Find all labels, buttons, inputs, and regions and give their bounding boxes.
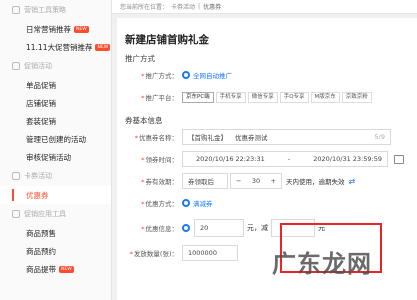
section-title-promo: 推广方式 — [125, 53, 155, 63]
strategy-icon — [12, 6, 20, 14]
radio-dot-icon[interactable] — [182, 224, 190, 232]
promo-method-row: *推广方式： 全网自动推广 — [141, 70, 232, 80]
coupon-icon — [12, 172, 20, 180]
new-badge: NEW — [74, 25, 89, 33]
radio-dot-icon — [182, 71, 190, 79]
sidebar-item-daily[interactable]: 日常营销推荐 NEW — [0, 20, 111, 38]
sidebar-section-strategy: 营销工具策略 — [0, 0, 111, 20]
platform-jingfen[interactable]: 京致京粉 — [341, 91, 372, 103]
breadcrumb-current: 优惠券 — [203, 4, 222, 11]
sidebar-item-shop[interactable]: 店铺促销 — [0, 94, 111, 112]
minus-icon[interactable]: − — [236, 177, 241, 185]
promo-platform-row: *推广平台： 京东PC端 手机专享 微信专享 手Q专享 M版京东 京致京粉 — [125, 86, 409, 108]
radio-dot-icon — [182, 199, 190, 207]
char-count: 5/9 — [374, 133, 385, 141]
promo-icon — [12, 62, 20, 70]
sidebar-item-bundle[interactable]: 套装促销 — [0, 112, 111, 130]
new-badge: NEW — [59, 265, 74, 273]
sidebar-section-coupon: 卡券活动 — [0, 166, 111, 186]
calendar-icon[interactable] — [394, 154, 404, 164]
platform-m[interactable]: M版京东 — [310, 91, 340, 103]
time-range-input[interactable]: 2020/10/16 22:23:31 - 2020/10/31 23:59:5… — [182, 151, 388, 167]
sidebar-item-review[interactable]: 审核促销活动 — [0, 148, 111, 166]
sidebar-item-manage[interactable]: 管理已创建的活动 — [0, 130, 111, 148]
promo-method-radio[interactable]: 全网自动推广 — [182, 70, 232, 80]
coupon-type-radio[interactable]: 满减券 — [182, 198, 213, 208]
page-title: 新建店铺首购礼金 — [125, 34, 209, 46]
coupon-name-row: *优惠券名称： 【首购礼金】 优惠券测试 5/9 — [125, 126, 409, 148]
validity-row: *券有效期： 券领取后 − 30 + 天内使用，逾期失效 ⇄ — [125, 170, 409, 192]
platform-qq[interactable]: 手Q专享 — [279, 91, 309, 103]
sidebar-item-carry[interactable]: 商品提带 NEW — [0, 260, 111, 278]
sidebar-section-tools: 促销应用工具 — [0, 204, 111, 224]
tools-icon — [12, 210, 20, 218]
plus-icon[interactable]: + — [271, 177, 276, 185]
watermark: 广东龙网 — [272, 250, 372, 278]
platform-mobile[interactable]: 手机专享 — [215, 91, 246, 103]
validity-mode-select[interactable]: 券领取后 — [182, 173, 228, 189]
quantity-input[interactable]: 1000000 — [182, 245, 238, 261]
coupon-name-input[interactable]: 【首购礼金】 优惠券测试 5/9 — [182, 129, 391, 145]
coupon-type-row: *优惠方式： 满减券 — [141, 198, 213, 208]
sidebar-section-promo: 促销活动 — [0, 56, 111, 76]
sidebar-item-reserve[interactable]: 商品预约 — [0, 242, 111, 260]
swap-icon[interactable]: ⇄ — [349, 177, 356, 186]
sidebar-item-presale[interactable]: 商品预售 — [0, 224, 111, 242]
time-row: *领券时间： 2020/10/16 22:23:31 - 2020/10/31 … — [125, 148, 409, 170]
sidebar-item-single[interactable]: 单品促销 — [0, 76, 111, 94]
new-badge: NEW — [95, 43, 111, 51]
sidebar-item-1111[interactable]: 11.11大促营销推荐 NEW — [0, 38, 111, 56]
platform-pc[interactable]: 京东PC端 — [182, 91, 214, 103]
sidebar: 营销工具策略 日常营销推荐 NEW 11.11大促营销推荐 NEW 促销活动 单品促… — [0, 0, 112, 300]
threshold-input[interactable]: 20 — [194, 219, 244, 237]
section-title-basic: 券基本信息 — [125, 115, 163, 125]
breadcrumb-parent[interactable]: 卡券活动 — [171, 2, 195, 11]
sidebar-item-coupon[interactable]: 优惠券 — [0, 186, 111, 204]
breadcrumb: 您当前所在位置： 卡券活动 | 优惠券 — [112, 0, 417, 14]
platform-wechat[interactable]: 微信专享 — [247, 91, 278, 103]
validity-days-stepper[interactable]: − 30 + — [230, 173, 282, 189]
